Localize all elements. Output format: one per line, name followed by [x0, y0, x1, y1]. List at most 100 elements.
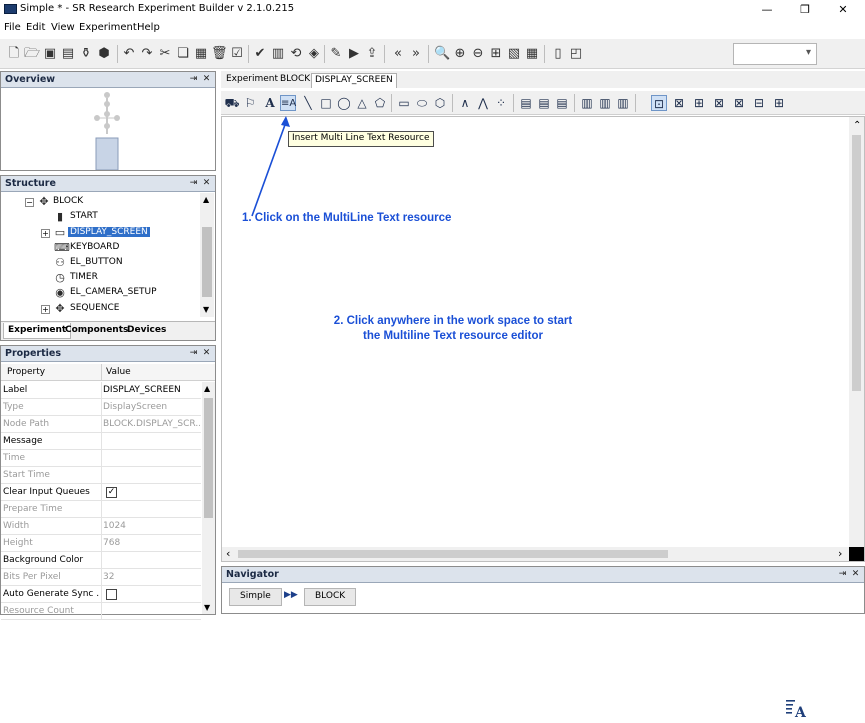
- scroll-down-icon[interactable]: ▼: [203, 305, 209, 314]
- expand-icon[interactable]: +: [41, 305, 50, 314]
- copy-icon[interactable]: ❏: [175, 46, 191, 62]
- tree-item[interactable]: ▮ START: [1, 210, 197, 225]
- tree-item[interactable]: ⚇ EL_BUTTON: [1, 256, 197, 271]
- menu-help[interactable]: Help: [137, 22, 160, 33]
- property-row[interactable]: Background Color: [1, 552, 201, 569]
- pin-icon[interactable]: ⇥: [188, 178, 199, 189]
- align-center-icon[interactable]: ▤: [536, 95, 552, 111]
- frame-icon[interactable]: ⊟: [751, 95, 767, 111]
- save-icon[interactable]: ▣: [42, 46, 58, 62]
- window-icon[interactable]: ◰: [568, 46, 584, 62]
- editor-tab-display-screen[interactable]: DISPLAY_SCREEN: [311, 73, 397, 88]
- align-middle-icon[interactable]: ▥: [597, 95, 613, 111]
- property-row[interactable]: Clear Input Queues ✓: [1, 484, 201, 501]
- build-icon[interactable]: ✔: [252, 46, 268, 62]
- menu-view[interactable]: View: [51, 22, 75, 33]
- property-row[interactable]: Time: [1, 450, 201, 467]
- distribute-icon[interactable]: ⊠: [671, 95, 687, 111]
- scroll-up-icon[interactable]: ▲: [204, 384, 210, 393]
- save-as-icon[interactable]: ▤: [60, 46, 76, 62]
- zoom-icon[interactable]: 🔍: [434, 46, 450, 62]
- menu-edit[interactable]: Edit: [26, 22, 45, 33]
- scroll-up-icon[interactable]: ▲: [203, 195, 209, 204]
- run-icon[interactable]: ▶: [346, 46, 362, 62]
- shrink-icon[interactable]: ⊠: [711, 95, 727, 111]
- property-row[interactable]: Auto Generate Sync ...: [1, 586, 201, 603]
- structure-scrollbar[interactable]: ▲ ▼: [200, 193, 214, 317]
- close-icon[interactable]: ✕: [850, 569, 861, 580]
- close-icon[interactable]: ✕: [201, 74, 212, 85]
- expand-icon[interactable]: +: [41, 229, 50, 238]
- navigator-crumb-block[interactable]: BLOCK: [304, 588, 357, 606]
- menu-experiment[interactable]: Experiment: [79, 22, 137, 33]
- polygon-icon[interactable]: ⬡: [432, 95, 448, 111]
- paste-icon[interactable]: ▦: [193, 46, 209, 62]
- scroll-down-icon[interactable]: ▼: [204, 603, 210, 612]
- close-icon[interactable]: ✕: [201, 348, 212, 359]
- triangle-icon[interactable]: △: [354, 95, 370, 111]
- open-icon[interactable]: 🗁: [24, 46, 40, 62]
- ellipse-icon[interactable]: ◯: [336, 95, 352, 111]
- collapse-icon[interactable]: −: [25, 198, 34, 207]
- editor-tab-block[interactable]: BLOCK: [277, 73, 313, 88]
- box-icon[interactable]: ⬢: [96, 46, 112, 62]
- rectangle-icon[interactable]: □: [318, 95, 334, 111]
- editor-tab-experiment[interactable]: Experiment: [223, 73, 281, 88]
- tab-components[interactable]: Components: [61, 323, 132, 339]
- select-icon[interactable]: ⛟: [224, 95, 240, 111]
- snap-grid-icon[interactable]: ⊡: [651, 95, 667, 111]
- property-row[interactable]: Prepare Time: [1, 501, 201, 518]
- zoom-combobox[interactable]: ▾: [733, 43, 817, 65]
- property-checkbox[interactable]: [106, 589, 117, 600]
- test-run-icon[interactable]: ◈: [306, 46, 322, 62]
- delete-icon[interactable]: 🗑: [211, 46, 228, 62]
- tree-item[interactable]: + ▭ DISPLAY_SCREEN: [1, 226, 197, 241]
- package-icon[interactable]: ⚱: [78, 46, 94, 62]
- expand-corners-icon[interactable]: ⊠: [731, 95, 747, 111]
- redo-icon[interactable]: ↷: [139, 46, 155, 62]
- tree-item[interactable]: ◉ EL_CAMERA_SETUP: [1, 286, 197, 301]
- tree-item[interactable]: − ✥ BLOCK: [1, 195, 197, 210]
- restore-button[interactable]: ❐: [793, 1, 817, 18]
- close-button[interactable]: ✕: [831, 1, 855, 18]
- property-row[interactable]: Width 1024: [1, 518, 201, 535]
- line-icon[interactable]: ╲: [300, 95, 316, 111]
- scroll-left-icon[interactable]: ‹: [226, 547, 230, 560]
- align-right-icon[interactable]: ▤: [554, 95, 570, 111]
- table-icon[interactable]: ▦: [524, 46, 540, 62]
- property-row[interactable]: Label DISPLAY_SCREEN: [1, 382, 201, 399]
- chart-icon[interactable]: ▧: [506, 46, 522, 62]
- tree-item[interactable]: ⌨ KEYBOARD: [1, 241, 197, 256]
- align-bottom-icon[interactable]: ▥: [615, 95, 631, 111]
- zoom-out-icon[interactable]: ⊖: [470, 46, 486, 62]
- property-row[interactable]: Height 768: [1, 535, 201, 552]
- scrollbar-thumb[interactable]: [238, 550, 668, 558]
- tree-item[interactable]: + ✥ SEQUENCE: [1, 302, 197, 317]
- property-row[interactable]: Bits Per Pixel 32: [1, 569, 201, 586]
- export-icon[interactable]: ⇪: [364, 46, 380, 62]
- scrollbar-thumb[interactable]: [202, 227, 212, 297]
- pin-icon[interactable]: ⇥: [188, 348, 199, 359]
- scrollbar-thumb[interactable]: [204, 398, 213, 518]
- back-icon[interactable]: «: [390, 46, 406, 62]
- text-resource-icon[interactable]: A: [262, 95, 278, 111]
- tab-devices[interactable]: Devices: [123, 323, 170, 339]
- check-icon[interactable]: ☑: [229, 46, 245, 62]
- navigator-crumb-simple[interactable]: Simple: [229, 588, 282, 606]
- undo-icon[interactable]: ↶: [121, 46, 137, 62]
- cut-icon[interactable]: ✂: [157, 46, 173, 62]
- grid-icon[interactable]: ⊞: [488, 46, 504, 62]
- deploy-icon[interactable]: ✎: [328, 46, 344, 62]
- fit-icon[interactable]: ⊞: [771, 95, 787, 111]
- zoom-in-icon[interactable]: ⊕: [452, 46, 468, 62]
- property-checkbox[interactable]: ✓: [106, 487, 117, 498]
- image-resource-icon[interactable]: ⚐: [242, 95, 258, 111]
- workspace-hscrollbar[interactable]: ‹ ›: [222, 547, 850, 561]
- property-row[interactable]: Resource Count: [1, 603, 201, 620]
- property-row[interactable]: Start Time: [1, 467, 201, 484]
- minimize-button[interactable]: —: [755, 1, 779, 18]
- align-left-icon[interactable]: ▤: [518, 95, 534, 111]
- property-value[interactable]: DISPLAY_SCREEN: [103, 385, 200, 395]
- scroll-up-icon[interactable]: ⌃: [853, 120, 861, 131]
- library-icon[interactable]: ▥: [270, 46, 286, 62]
